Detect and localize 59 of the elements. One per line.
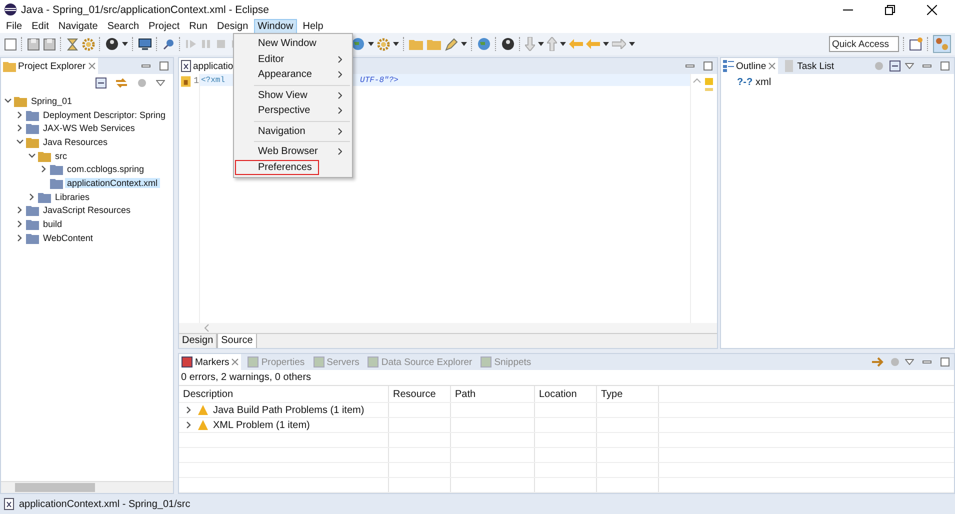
marker-group[interactable]: Java Build Path Problems (1 item) [213, 404, 364, 416]
menu-item[interactable]: Web Browser [235, 144, 351, 160]
tree-item[interactable]: Spring_01 [29, 96, 74, 106]
menu-item[interactable]: Search [103, 18, 144, 34]
menu-item[interactable]: Project [144, 18, 184, 34]
menu-item[interactable]: Show View [235, 88, 351, 103]
column-header[interactable]: Type [597, 386, 659, 402]
column-header[interactable]: Path [451, 386, 535, 402]
quick-access-field[interactable]: Quick Access [829, 36, 899, 52]
tab-label: Properties [261, 356, 305, 368]
menu-item[interactable]: Edit [28, 18, 53, 34]
view-tab[interactable]: Outline [721, 58, 778, 74]
menu-item[interactable]: Perspective [235, 103, 351, 118]
tree-item[interactable]: src [53, 150, 69, 161]
outline-item[interactable]: xml [756, 77, 772, 88]
column-header[interactable]: Description [179, 386, 389, 402]
column-header[interactable]: Location [535, 386, 597, 402]
tree-item[interactable]: Deployment Descriptor: Spring [41, 110, 168, 120]
menu-item[interactable]: Editor [235, 52, 351, 67]
tab-label: applicatio [193, 60, 234, 72]
tab-label: Task List [797, 60, 834, 72]
tree-item[interactable]: com.ccblogs.spring [65, 164, 146, 174]
status-text: applicationContext.xml - Spring_01/src [19, 498, 190, 510]
tree-item[interactable]: JAX-WS Web Services [41, 123, 137, 134]
tab-label: Outline [736, 60, 766, 72]
tree-item[interactable]: JavaScript Resources [41, 205, 133, 216]
window-title: Java - Spring_01/src/applicationContext.xml - Eclipse [21, 4, 270, 16]
tree-item[interactable]: build [41, 219, 64, 230]
tree-item[interactable]: Libraries [53, 192, 92, 202]
menu-item[interactable]: Design [213, 18, 252, 34]
marker-group[interactable]: XML Problem (1 item) [213, 420, 310, 430]
view-tab[interactable]: Project Explorer [1, 58, 98, 74]
view-tab[interactable]: Markers [179, 354, 242, 370]
menu-item[interactable]: New Window [235, 36, 351, 52]
menu-item[interactable]: Run [185, 18, 212, 34]
line-number: 1 [194, 76, 199, 86]
column-header[interactable]: Resource [389, 386, 451, 402]
editor-mode-tab[interactable]: Source [217, 334, 257, 348]
tab-label: Servers [326, 356, 360, 368]
view-tab[interactable]: Task List [782, 58, 836, 74]
menu-item[interactable]: Help [298, 18, 328, 34]
tree-item[interactable]: applicationContext.xml [65, 178, 160, 188]
tab-label: Data Source Explorer [381, 356, 472, 368]
markers-summary: 0 errors, 2 warnings, 0 others [180, 371, 312, 385]
code-text: UTF-8"?> [359, 76, 398, 84]
code-text: <?xml [200, 76, 226, 84]
tab-label: Markers [195, 356, 230, 368]
editor-tab[interactable]: applicatio [179, 58, 236, 74]
tab-label: Snippets [494, 356, 532, 368]
menu-item[interactable]: File [2, 18, 26, 34]
tab-label: Project Explorer [18, 60, 86, 72]
menu-item[interactable]: Appearance [235, 67, 351, 82]
tree-item[interactable]: WebContent [41, 232, 95, 243]
tree-item[interactable]: Java Resources [41, 136, 110, 147]
menu-item[interactable]: Window [254, 18, 298, 34]
menu-item[interactable]: Navigation [235, 124, 351, 139]
menu-item[interactable]: Preferences [235, 160, 319, 175]
node-marker: ?-? [737, 77, 753, 88]
menu-item[interactable]: Navigate [54, 18, 102, 34]
